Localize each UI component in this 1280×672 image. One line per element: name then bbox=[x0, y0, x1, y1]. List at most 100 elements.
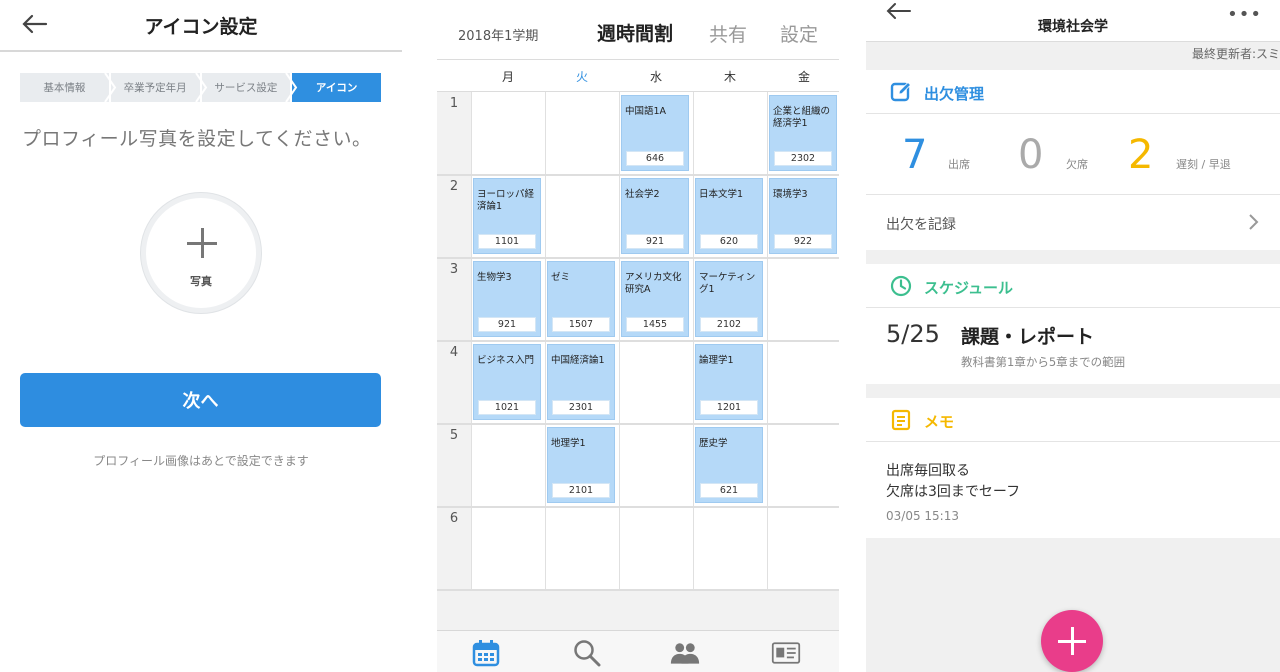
term-selector[interactable]: 2018年1学期 bbox=[458, 25, 538, 44]
period-number: 3 bbox=[449, 262, 459, 277]
period-number: 4 bbox=[449, 345, 459, 360]
page-title: アイコン設定 bbox=[144, 16, 258, 38]
class-room: 1021 bbox=[478, 400, 536, 415]
weekday-label: 月 bbox=[501, 70, 514, 84]
section-title: 出欠管理 bbox=[924, 85, 985, 103]
class-cell[interactable]: 環境学3 922 bbox=[769, 178, 837, 254]
section-title: メモ bbox=[924, 413, 955, 431]
period-number: 6 bbox=[449, 511, 459, 526]
schedule-detail: 教科書第1章から5章までの範囲 bbox=[961, 355, 1126, 369]
grid-divider bbox=[437, 257, 839, 259]
chevron-right-icon bbox=[1249, 214, 1259, 230]
record-attendance-label: 出欠を記録 bbox=[886, 217, 956, 233]
weekday-label: 金 bbox=[797, 70, 810, 84]
class-room: 1201 bbox=[700, 400, 758, 415]
schedule-title: 課題・レポート bbox=[961, 326, 1095, 348]
class-room: 620 bbox=[700, 234, 758, 249]
weekday-label: 水 bbox=[649, 70, 662, 84]
next-button[interactable]: 次へ bbox=[20, 373, 381, 427]
step-service-settings: サービス設定 bbox=[201, 73, 298, 102]
class-cell[interactable]: アメリカ文化研究A 1455 bbox=[621, 261, 689, 337]
timetable-screen: 2018年1学期 週時間割 共有 設定 月 火 水 木 金 1 2 3 4 5 6 中国語1A 646… bbox=[437, 0, 839, 672]
class-cell[interactable]: 歴史学 621 bbox=[695, 427, 763, 503]
class-cell[interactable]: 地理学1 2101 bbox=[547, 427, 615, 503]
settings-button[interactable]: 設定 bbox=[780, 20, 818, 47]
section-title: スケジュール bbox=[924, 279, 1013, 297]
calendar-icon[interactable] bbox=[471, 639, 501, 667]
memo-item[interactable]: 出席毎回取る 欠席は3回までセーフ 03/05 15:13 bbox=[866, 442, 1280, 538]
weekday-label: 火 bbox=[575, 70, 588, 84]
edit-icon bbox=[890, 81, 912, 102]
class-room: 1455 bbox=[626, 317, 684, 332]
class-room: 921 bbox=[478, 317, 536, 332]
class-cell[interactable]: マーケティング1 2102 bbox=[695, 261, 763, 337]
schedule-item[interactable]: 5/25 課題・レポート 教科書第1章から5章までの範囲 bbox=[866, 308, 1280, 384]
period-number: 1 bbox=[449, 96, 459, 111]
record-attendance-row[interactable]: 出欠を記録 bbox=[866, 194, 1280, 250]
bottom-tab-bar bbox=[437, 630, 839, 672]
class-name: ゼミ bbox=[551, 272, 571, 283]
attendance-section-header: 出欠管理 bbox=[866, 70, 1280, 114]
period-number: 2 bbox=[449, 179, 459, 194]
memo-timestamp: 03/05 15:13 bbox=[886, 509, 959, 523]
class-cell[interactable]: 中国経済論1 2301 bbox=[547, 344, 615, 420]
class-name: マーケティング1 bbox=[699, 272, 756, 295]
search-icon[interactable] bbox=[572, 639, 602, 667]
attendance-summary: 7 出席 0 欠席 2 遅刻 / 早退 bbox=[866, 114, 1280, 194]
step-basic-info: 基本情報 bbox=[20, 73, 116, 102]
class-name: 日本文学1 bbox=[699, 189, 744, 200]
schedule-section-header: スケジュール bbox=[866, 264, 1280, 308]
class-name: 中国経済論1 bbox=[551, 355, 605, 366]
plus-icon bbox=[187, 228, 217, 258]
absent-count: 0 bbox=[1018, 132, 1044, 178]
class-cell[interactable]: 社会学2 921 bbox=[621, 178, 689, 254]
grid-divider bbox=[437, 506, 839, 508]
class-room: 621 bbox=[700, 483, 758, 498]
icon-setup-screen: アイコン設定 基本情報 卒業予定年月 サービス設定 アイコン プロフィール写真を… bbox=[0, 0, 402, 672]
step-label: 基本情報 bbox=[43, 82, 86, 94]
class-room: 921 bbox=[626, 234, 684, 249]
period-number: 5 bbox=[449, 428, 459, 443]
class-cell[interactable]: 生物学3 921 bbox=[473, 261, 541, 337]
grid-divider bbox=[437, 174, 839, 176]
add-photo-button[interactable]: 写真 bbox=[141, 193, 261, 313]
step-label: 卒業予定年月 bbox=[123, 82, 187, 94]
schedule-date: 5/25 bbox=[886, 320, 940, 348]
page-title: 環境社会学 bbox=[1038, 19, 1108, 35]
class-room: 1101 bbox=[478, 234, 536, 249]
class-cell[interactable]: 中国語1A 646 bbox=[621, 95, 689, 171]
id-card-icon[interactable] bbox=[771, 639, 801, 667]
grid-divider bbox=[437, 423, 839, 425]
class-name: 地理学1 bbox=[551, 438, 586, 449]
chevron-right-icon bbox=[285, 73, 298, 102]
later-note: プロフィール画像はあとで設定できます bbox=[93, 454, 309, 468]
class-room: 2301 bbox=[552, 400, 610, 415]
class-room: 922 bbox=[774, 234, 832, 249]
instruction-text: プロフィール写真を設定してください。 bbox=[22, 128, 372, 150]
chevron-right-icon bbox=[103, 73, 116, 102]
grid-divider bbox=[437, 340, 839, 342]
class-cell[interactable]: 企業と組織の経済学1 2302 bbox=[769, 95, 837, 171]
share-button[interactable]: 共有 bbox=[709, 20, 747, 47]
more-options-icon[interactable]: ••• bbox=[1227, 4, 1262, 25]
weekday-label: 木 bbox=[723, 70, 736, 84]
class-room: 1507 bbox=[552, 317, 610, 332]
class-cell[interactable]: ゼミ 1507 bbox=[547, 261, 615, 337]
class-cell[interactable]: 日本文学1 620 bbox=[695, 178, 763, 254]
present-label: 出席 bbox=[948, 158, 970, 171]
header: 2018年1学期 週時間割 共有 設定 bbox=[437, 0, 839, 60]
class-name: ヨーロッパ経済論1 bbox=[477, 189, 535, 212]
class-cell[interactable]: 論理学1 1201 bbox=[695, 344, 763, 420]
people-icon[interactable] bbox=[670, 639, 700, 667]
class-name: 企業と組織の経済学1 bbox=[773, 106, 831, 129]
step-graduation: 卒業予定年月 bbox=[110, 73, 207, 102]
class-room: 646 bbox=[626, 151, 684, 166]
class-cell[interactable]: ヨーロッパ経済論1 1101 bbox=[473, 178, 541, 254]
note-icon bbox=[891, 409, 911, 431]
class-name: 生物学3 bbox=[477, 272, 512, 283]
add-fab-button[interactable] bbox=[1041, 610, 1103, 672]
clock-icon bbox=[890, 275, 912, 297]
class-cell[interactable]: ビジネス入門 1021 bbox=[473, 344, 541, 420]
photo-label: 写真 bbox=[190, 275, 212, 288]
memo-line: 欠席は3回までセーフ bbox=[886, 484, 1021, 500]
